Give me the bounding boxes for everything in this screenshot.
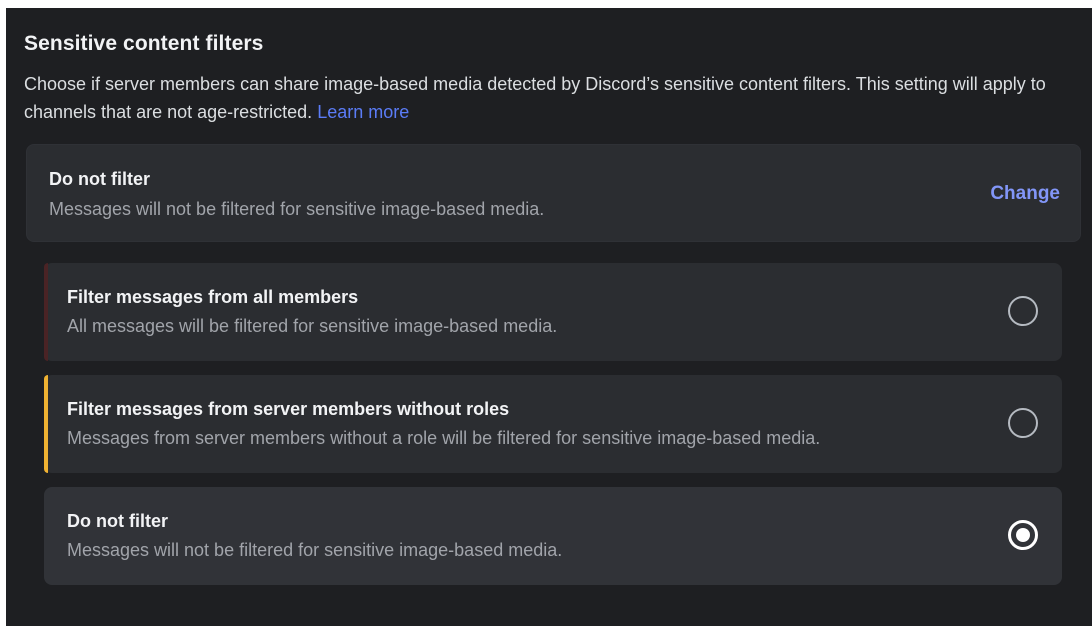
section-description: Choose if server members can share image… xyxy=(24,70,1074,126)
option-title: Do not filter xyxy=(67,511,168,531)
change-button[interactable]: Change xyxy=(990,183,1060,205)
learn-more-link[interactable]: Learn more xyxy=(317,102,409,122)
option-description: All messages will be filtered for sensit… xyxy=(67,316,558,336)
option-title: Filter messages from all members xyxy=(67,287,359,307)
current-filter-title: Do not filter xyxy=(49,169,150,189)
current-filter-description: Messages will not be filtered for sensit… xyxy=(49,199,545,219)
sensitive-content-panel: Sensitive content filters Choose if serv… xyxy=(6,8,1092,626)
option-accent-bar xyxy=(44,263,48,361)
radio-selected-dot xyxy=(1016,528,1030,542)
section-title: Sensitive content filters xyxy=(24,32,264,55)
option-accent-bar xyxy=(44,375,48,473)
option-description: Messages will not be filtered for sensit… xyxy=(67,540,563,560)
option-do-not-filter[interactable]: Do not filter Messages will not be filte… xyxy=(44,487,1062,585)
option-title: Filter messages from server members with… xyxy=(67,399,510,419)
option-description: Messages from server members without a r… xyxy=(67,428,821,448)
current-filter-card: Do not filter Messages will not be filte… xyxy=(26,144,1081,242)
radio-button[interactable] xyxy=(1008,408,1038,438)
description-text: Choose if server members can share image… xyxy=(24,74,1046,122)
option-filter-members-without-roles[interactable]: Filter messages from server members with… xyxy=(44,375,1062,473)
option-filter-all-members[interactable]: Filter messages from all members All mes… xyxy=(44,263,1062,361)
radio-button-selected[interactable] xyxy=(1008,520,1038,550)
radio-button[interactable] xyxy=(1008,296,1038,326)
